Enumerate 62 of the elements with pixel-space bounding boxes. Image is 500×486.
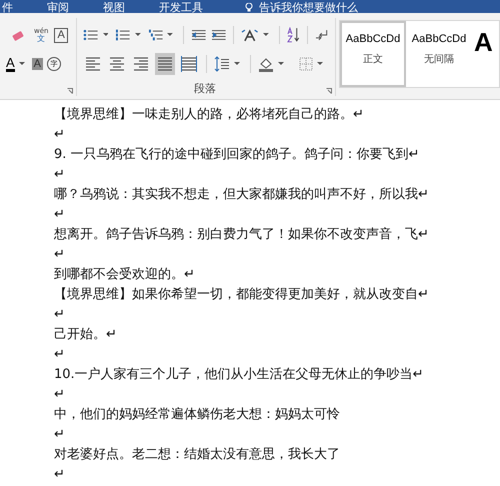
- style-preview: AaBbCcDd: [412, 33, 466, 45]
- caret-icon[interactable]: [18, 62, 25, 66]
- caret-icon[interactable]: [102, 33, 108, 37]
- ribbon-tab[interactable]: 开发工具: [159, 2, 203, 13]
- bullet-list-icon[interactable]: [83, 28, 99, 42]
- ribbon-tab[interactable]: 审阅: [47, 2, 69, 13]
- ribbon-tab[interactable]: 视图: [103, 2, 125, 13]
- document-text: ↵: [54, 207, 65, 222]
- caret-icon[interactable]: [317, 62, 323, 66]
- document-text: ↵: [54, 387, 65, 402]
- document-text: 中，他们的妈妈经常遍体鳞伤老大想：妈妈太可怜: [54, 407, 340, 422]
- document-text: 己开始。↵: [54, 327, 117, 342]
- show-formatting-marks-icon[interactable]: [315, 28, 329, 42]
- align-lines-icon: [133, 56, 149, 72]
- document-text: 10.一户人家有三个儿子，他们从小生活在父母无休止的争吵当↵: [54, 367, 424, 382]
- align-lines-icon: [181, 56, 197, 72]
- style-item[interactable]: AaBbCcDd 无间隔: [406, 21, 472, 87]
- document-text: 9. 一只乌鸦在飞行的途中碰到回家的鸽子。鸽子问：你要飞到↵: [54, 147, 420, 162]
- document-text: 【境界思维】一味走别人的路，必将堵死自己的路。↵: [54, 107, 364, 122]
- align-button[interactable]: [155, 53, 175, 75]
- style-item[interactable]: AaBbCcDd 正文: [340, 21, 406, 87]
- asian-layout-icon[interactable]: [241, 28, 259, 42]
- line-spacing-icon[interactable]: [214, 56, 230, 72]
- caret-icon[interactable]: [262, 33, 269, 37]
- document-text: 想离开。鸽子告诉乌鸦：别白费力气了！如果你不改变声音，飞↵: [54, 227, 429, 242]
- document-text: ↵: [54, 427, 65, 442]
- dialog-launcher-icon[interactable]: [326, 88, 332, 94]
- caret-icon[interactable]: [234, 62, 240, 66]
- align-button[interactable]: [179, 53, 199, 75]
- multilevel-list-icon[interactable]: [148, 28, 164, 42]
- style-preview: A: [474, 27, 493, 58]
- align-lines-icon: [85, 56, 101, 72]
- increase-indent-icon[interactable]: [210, 28, 226, 42]
- numbered-list-icon[interactable]: [115, 28, 131, 42]
- font-color-button[interactable]: A: [6, 56, 15, 72]
- style-preview: AaBbCcDd: [346, 33, 400, 45]
- caret-icon[interactable]: [278, 62, 284, 66]
- align-lines-icon: [109, 56, 125, 72]
- sort-icon[interactable]: [286, 27, 300, 43]
- document-text: 对老婆好点。老二想：结婚太没有意思，我长大了: [54, 447, 340, 462]
- caret-icon[interactable]: [135, 33, 141, 37]
- caret-icon[interactable]: [167, 33, 174, 37]
- document-text: 【境界思维】如果你希望一切，都能变得更加美好，就从改变自↵: [54, 287, 429, 302]
- document-text: ↵: [54, 127, 65, 142]
- character-border-button[interactable]: A: [54, 28, 68, 42]
- document-text: ↵: [54, 307, 65, 322]
- style-item[interactable]: A: [472, 21, 496, 87]
- document-text: ↵: [54, 247, 65, 262]
- style-name: 正文: [363, 52, 383, 66]
- decrease-indent-icon[interactable]: [191, 28, 207, 42]
- group-label: 段落: [193, 81, 217, 96]
- style-name: 无间隔: [424, 53, 454, 66]
- document-text: ↵: [54, 167, 65, 182]
- ribbon-tab[interactable]: 件: [2, 2, 13, 13]
- document-text: 哪？乌鸦说：其实我不想走，但大家都嫌我的叫声不好，所以我↵: [54, 187, 429, 202]
- align-lines-icon: [157, 56, 173, 72]
- dialog-launcher-icon[interactable]: [67, 88, 73, 94]
- character-shading-button[interactable]: A: [32, 58, 44, 70]
- document-text: 到哪都不会受欢迎的。↵: [54, 267, 195, 282]
- tell-me-search[interactable]: 告诉我你想要做什么: [245, 2, 358, 13]
- document-text: ↵: [54, 467, 65, 482]
- document-text: ↵: [54, 347, 65, 362]
